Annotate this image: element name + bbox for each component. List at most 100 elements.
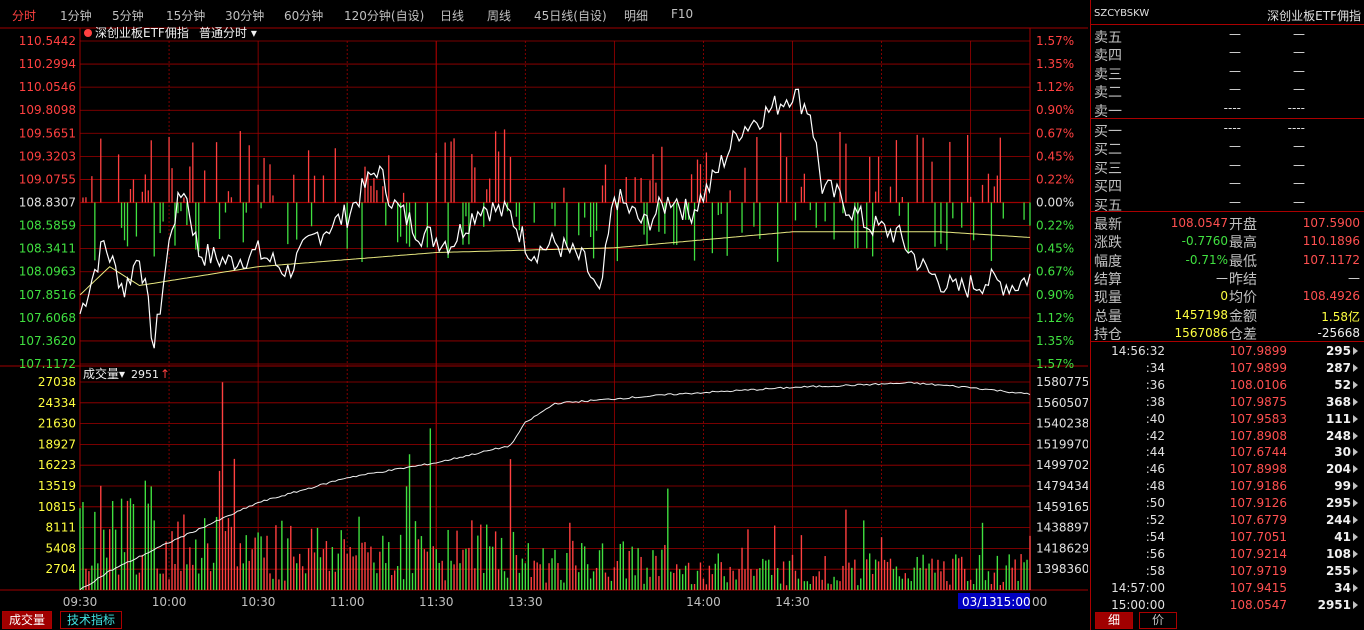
bid-volume: — bbox=[1293, 176, 1305, 191]
oi-tick-label: 1540238 bbox=[1036, 417, 1088, 431]
time-axis-label: 14:30 bbox=[775, 595, 810, 609]
price-tick-label: 109.0755 bbox=[19, 172, 76, 186]
trade-time: :48 bbox=[1145, 479, 1165, 494]
pct-tick-label: 0.90% bbox=[1036, 288, 1074, 302]
trade-price: 108.0106 bbox=[1229, 377, 1287, 392]
cursor-time: 15:00 bbox=[996, 595, 1031, 609]
trade-row: :36 108.0106 52 bbox=[1091, 378, 1364, 395]
trade-volume: 204 bbox=[1325, 462, 1351, 477]
pct-tick-label: 1.57% bbox=[1036, 34, 1074, 48]
price-tick-label: 108.3411 bbox=[19, 242, 76, 256]
time-axis-label: 10:00 bbox=[152, 595, 187, 609]
chart-title: 深创业板ETF佣指 bbox=[95, 25, 189, 40]
tab-technical-indicators[interactable]: 技术指标 bbox=[60, 611, 123, 629]
quote-label: 昨结 bbox=[1229, 271, 1257, 288]
pct-tick-label: 0.67% bbox=[1036, 126, 1074, 140]
pct-tick-label: 0.90% bbox=[1036, 103, 1074, 117]
quote-panel: SZCYBSKW 深创业板ETF佣指 卖五 — — 卖四 — — 卖三 — — 卖二 — — 卖一 ---… bbox=[1090, 0, 1364, 630]
time-axis-label: 00 bbox=[1032, 595, 1047, 609]
volume-tick-label: 8111 bbox=[45, 521, 76, 535]
trade-price: 107.6779 bbox=[1229, 513, 1287, 527]
direction-icon bbox=[1353, 380, 1362, 389]
bid-volume: — bbox=[1293, 139, 1305, 154]
oi-tick-label: 1499702 bbox=[1036, 458, 1088, 472]
price-tick-label: 107.6068 bbox=[19, 311, 76, 325]
trade-volume: 52 bbox=[1334, 377, 1351, 392]
quote-row: 最新 108.0547 开盘 107.5900 bbox=[1091, 214, 1364, 233]
trade-time: :34 bbox=[1145, 360, 1165, 375]
price-tick-label: 108.0963 bbox=[19, 265, 76, 279]
volume-tick-label: 21630 bbox=[38, 417, 76, 431]
trade-time: :44 bbox=[1145, 445, 1165, 460]
quote-row: 涨跌 -0.7760 最高 110.1896 bbox=[1091, 232, 1364, 251]
quote-label: 幅度 bbox=[1094, 253, 1122, 270]
trade-price: 107.9875 bbox=[1229, 394, 1287, 409]
price-tick-label: 108.5859 bbox=[19, 219, 76, 233]
quote-label: 最低 bbox=[1229, 253, 1257, 270]
bid-label: 买三 bbox=[1094, 160, 1122, 177]
oi-tick-label: 1580775 bbox=[1036, 375, 1088, 389]
trade-price: 107.9214 bbox=[1229, 546, 1287, 561]
bid-row: 买五 — — bbox=[1091, 195, 1364, 214]
trade-price: 107.9899 bbox=[1229, 360, 1287, 375]
quote-value: 1.58亿 bbox=[1321, 309, 1360, 324]
trade-volume: 255 bbox=[1325, 563, 1351, 578]
tab-price[interactable]: 价 bbox=[1139, 612, 1177, 629]
quote-value: — bbox=[1216, 270, 1228, 285]
pct-tick-label: 0.22% bbox=[1036, 172, 1074, 186]
direction-icon bbox=[1353, 448, 1362, 457]
intraday-chart: 110.5442 1.57% 110.2994 1.35% 110.0546 1.12% 1… bbox=[0, 25, 1088, 609]
time-axis-label: 09:30 bbox=[63, 595, 98, 609]
series-marker-icon bbox=[84, 29, 92, 37]
trade-price: 107.9415 bbox=[1229, 580, 1287, 595]
tab-detail[interactable]: 细 bbox=[1095, 612, 1133, 629]
price-tick-label: 107.8516 bbox=[19, 288, 76, 302]
chart-mode-dropdown[interactable]: 普通分时 ▾ bbox=[199, 26, 257, 40]
bid-row: 买一 ---- ---- bbox=[1091, 121, 1364, 140]
volume-tick-label: 13519 bbox=[38, 479, 76, 493]
trade-time: :56 bbox=[1145, 546, 1165, 561]
price-tick-label: 109.5651 bbox=[19, 126, 76, 140]
ask-price: ---- bbox=[1223, 100, 1241, 115]
volume-tick-label: 27038 bbox=[38, 375, 76, 389]
quote-value: -0.71% bbox=[1185, 252, 1228, 267]
trade-row: :40 107.9583 111 bbox=[1091, 412, 1364, 429]
price-tick-label: 109.8098 bbox=[19, 103, 76, 117]
trade-row: :46 107.8998 204 bbox=[1091, 462, 1364, 479]
trade-price: 107.9583 bbox=[1229, 411, 1287, 426]
quote-label: 均价 bbox=[1229, 290, 1257, 307]
quote-value: -25668 bbox=[1317, 325, 1360, 340]
pct-tick-label: 1.57% bbox=[1036, 357, 1074, 371]
trade-row: :54 107.7051 41 bbox=[1091, 530, 1364, 547]
bid-price: ---- bbox=[1223, 121, 1241, 135]
quote-value: — bbox=[1348, 270, 1360, 285]
trade-price: 107.9126 bbox=[1229, 496, 1287, 511]
direction-icon bbox=[1353, 414, 1362, 423]
oi-tick-label: 1519970 bbox=[1036, 437, 1088, 451]
pct-tick-label: 1.12% bbox=[1036, 80, 1074, 94]
trade-row: :42 107.8908 248 bbox=[1091, 429, 1364, 446]
time-axis-label: 10:30 bbox=[241, 595, 276, 609]
trade-time: :50 bbox=[1145, 496, 1165, 511]
volume-tick-label: 5408 bbox=[45, 541, 76, 555]
quote-row: 总量 1457198 金额 1.58亿 bbox=[1091, 306, 1364, 325]
divider bbox=[1091, 341, 1364, 342]
quote-value: 108.4926 bbox=[1302, 289, 1360, 304]
divider bbox=[1091, 118, 1364, 119]
ask-price: — bbox=[1229, 27, 1241, 41]
bid-row: 买三 — — bbox=[1091, 158, 1364, 177]
instrument-code: SZCYBSKW bbox=[1094, 8, 1150, 19]
bid-volume: ---- bbox=[1287, 121, 1305, 135]
volume-tick-label: 10815 bbox=[38, 500, 76, 514]
oi-tick-label: 1398360 bbox=[1036, 562, 1088, 576]
time-axis-label: 11:00 bbox=[330, 595, 365, 609]
ask-price: — bbox=[1229, 82, 1241, 97]
trade-time: :38 bbox=[1145, 394, 1165, 409]
ask-label: 卖二 bbox=[1094, 85, 1122, 102]
trade-volume: 41 bbox=[1334, 529, 1351, 544]
ask-label: 卖三 bbox=[1094, 66, 1122, 83]
trade-volume: 99 bbox=[1334, 479, 1351, 494]
oi-tick-label: 1438897 bbox=[1036, 521, 1088, 535]
quote-row: 幅度 -0.71% 最低 107.1172 bbox=[1091, 251, 1364, 270]
tab-volume[interactable]: 成交量 bbox=[2, 611, 53, 629]
